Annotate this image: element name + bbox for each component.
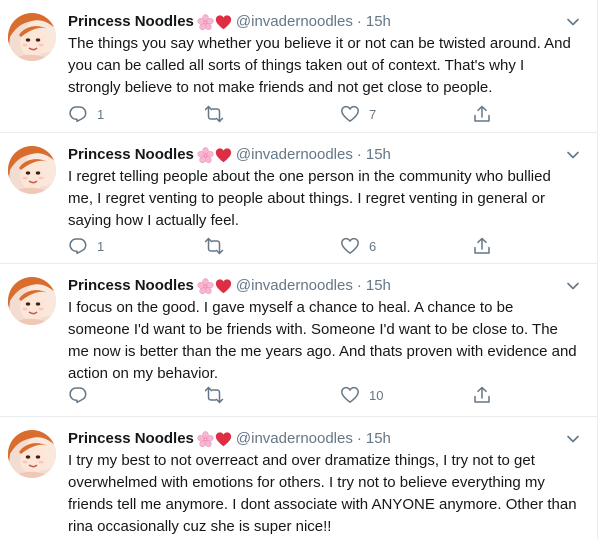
share-icon	[474, 105, 490, 122]
tweet-text: I focus on the good. I gave myself a cha…	[68, 299, 577, 382]
timestamp[interactable]: 15h	[366, 144, 391, 166]
tweet-text: The things you say whether you believe i…	[68, 35, 571, 96]
reply-count: 1	[97, 106, 105, 122]
like-count: 6	[369, 238, 377, 254]
tweet[interactable]: Princess Noodles @invadernoodles · 15h I…	[0, 264, 597, 417]
retweet-button[interactable]	[204, 236, 233, 256]
reply-button[interactable]: 1	[68, 236, 104, 256]
retweet-icon	[204, 237, 224, 255]
share-icon	[474, 237, 490, 254]
avatar-image	[8, 430, 56, 478]
tweet-text: I try my best to not overreact and over …	[68, 452, 577, 535]
cherry-blossom-icon	[197, 14, 214, 31]
reply-count: 1	[97, 238, 105, 254]
separator-dot: ·	[356, 277, 362, 294]
retweet-icon	[204, 386, 224, 404]
avatar-image	[8, 146, 56, 194]
handle[interactable]: @invadernoodles	[236, 144, 353, 166]
reply-icon	[69, 106, 87, 123]
display-name[interactable]: Princess Noodles	[68, 428, 194, 450]
separator-dot: ·	[356, 430, 362, 447]
share-button[interactable]	[472, 385, 492, 405]
handle[interactable]: @invadernoodles	[236, 11, 353, 33]
tweet-text: I regret telling people about the one pe…	[68, 168, 551, 229]
avatar-image	[8, 277, 56, 325]
like-icon	[341, 386, 359, 403]
avatar[interactable]	[8, 430, 56, 478]
display-name[interactable]: Princess Noodles	[68, 144, 194, 166]
chevron-down-icon[interactable]	[565, 432, 581, 446]
cherry-blossom-icon	[197, 431, 214, 448]
avatar-image	[8, 13, 56, 61]
tweet[interactable]: Princess Noodles @invadernoodles · 15h I…	[0, 417, 597, 539]
display-name[interactable]: Princess Noodles	[68, 275, 194, 297]
timestamp[interactable]: 15h	[366, 428, 391, 450]
avatar[interactable]	[8, 277, 56, 325]
cherry-blossom-icon	[197, 147, 214, 164]
reply-button[interactable]: 1	[68, 104, 104, 124]
reply-icon	[69, 238, 87, 255]
retweet-button[interactable]	[204, 104, 233, 124]
chevron-down-icon[interactable]	[565, 15, 581, 29]
share-button[interactable]	[472, 236, 492, 256]
share-button[interactable]	[472, 104, 492, 124]
red-heart-icon	[215, 147, 232, 164]
tweet-header: Princess Noodles @invadernoodles · 15h	[68, 144, 579, 166]
tweet[interactable]: Princess Noodles @invadernoodles · 15h T…	[0, 0, 597, 133]
retweet-icon	[204, 105, 224, 123]
separator-dot: ·	[356, 13, 362, 30]
share-icon	[474, 386, 490, 403]
red-heart-icon	[215, 431, 232, 448]
separator-dot: ·	[356, 146, 362, 163]
tweet-actions: 1 6	[68, 236, 498, 256]
cherry-blossom-icon	[197, 278, 214, 295]
like-icon	[341, 237, 359, 254]
tweet-header: Princess Noodles @invadernoodles · 15h	[68, 11, 579, 33]
red-heart-icon	[215, 278, 232, 295]
display-name[interactable]: Princess Noodles	[68, 11, 194, 33]
reply-icon	[69, 387, 87, 404]
like-button[interactable]: 6	[340, 236, 376, 256]
handle[interactable]: @invadernoodles	[236, 428, 353, 450]
tweet[interactable]: Princess Noodles @invadernoodles · 15h I…	[0, 133, 597, 264]
chevron-down-icon[interactable]	[565, 279, 581, 293]
reply-button[interactable]	[68, 385, 97, 405]
tweet-actions: 10	[68, 385, 498, 405]
chevron-down-icon[interactable]	[565, 148, 581, 162]
timestamp[interactable]: 15h	[366, 11, 391, 33]
like-button[interactable]: 10	[340, 385, 383, 405]
retweet-button[interactable]	[204, 385, 233, 405]
timeline: Princess Noodles @invadernoodles · 15h T…	[0, 0, 598, 539]
tweet-header: Princess Noodles @invadernoodles · 15h	[68, 428, 579, 450]
timestamp[interactable]: 15h	[366, 275, 391, 297]
handle[interactable]: @invadernoodles	[236, 275, 353, 297]
like-count: 10	[369, 387, 384, 403]
like-icon	[341, 105, 359, 122]
tweet-header: Princess Noodles @invadernoodles · 15h	[68, 275, 579, 297]
avatar[interactable]	[8, 146, 56, 194]
like-count: 7	[369, 106, 377, 122]
avatar[interactable]	[8, 13, 56, 61]
red-heart-icon	[215, 14, 232, 31]
like-button[interactable]: 7	[340, 104, 376, 124]
tweet-actions: 1 7	[68, 104, 498, 124]
